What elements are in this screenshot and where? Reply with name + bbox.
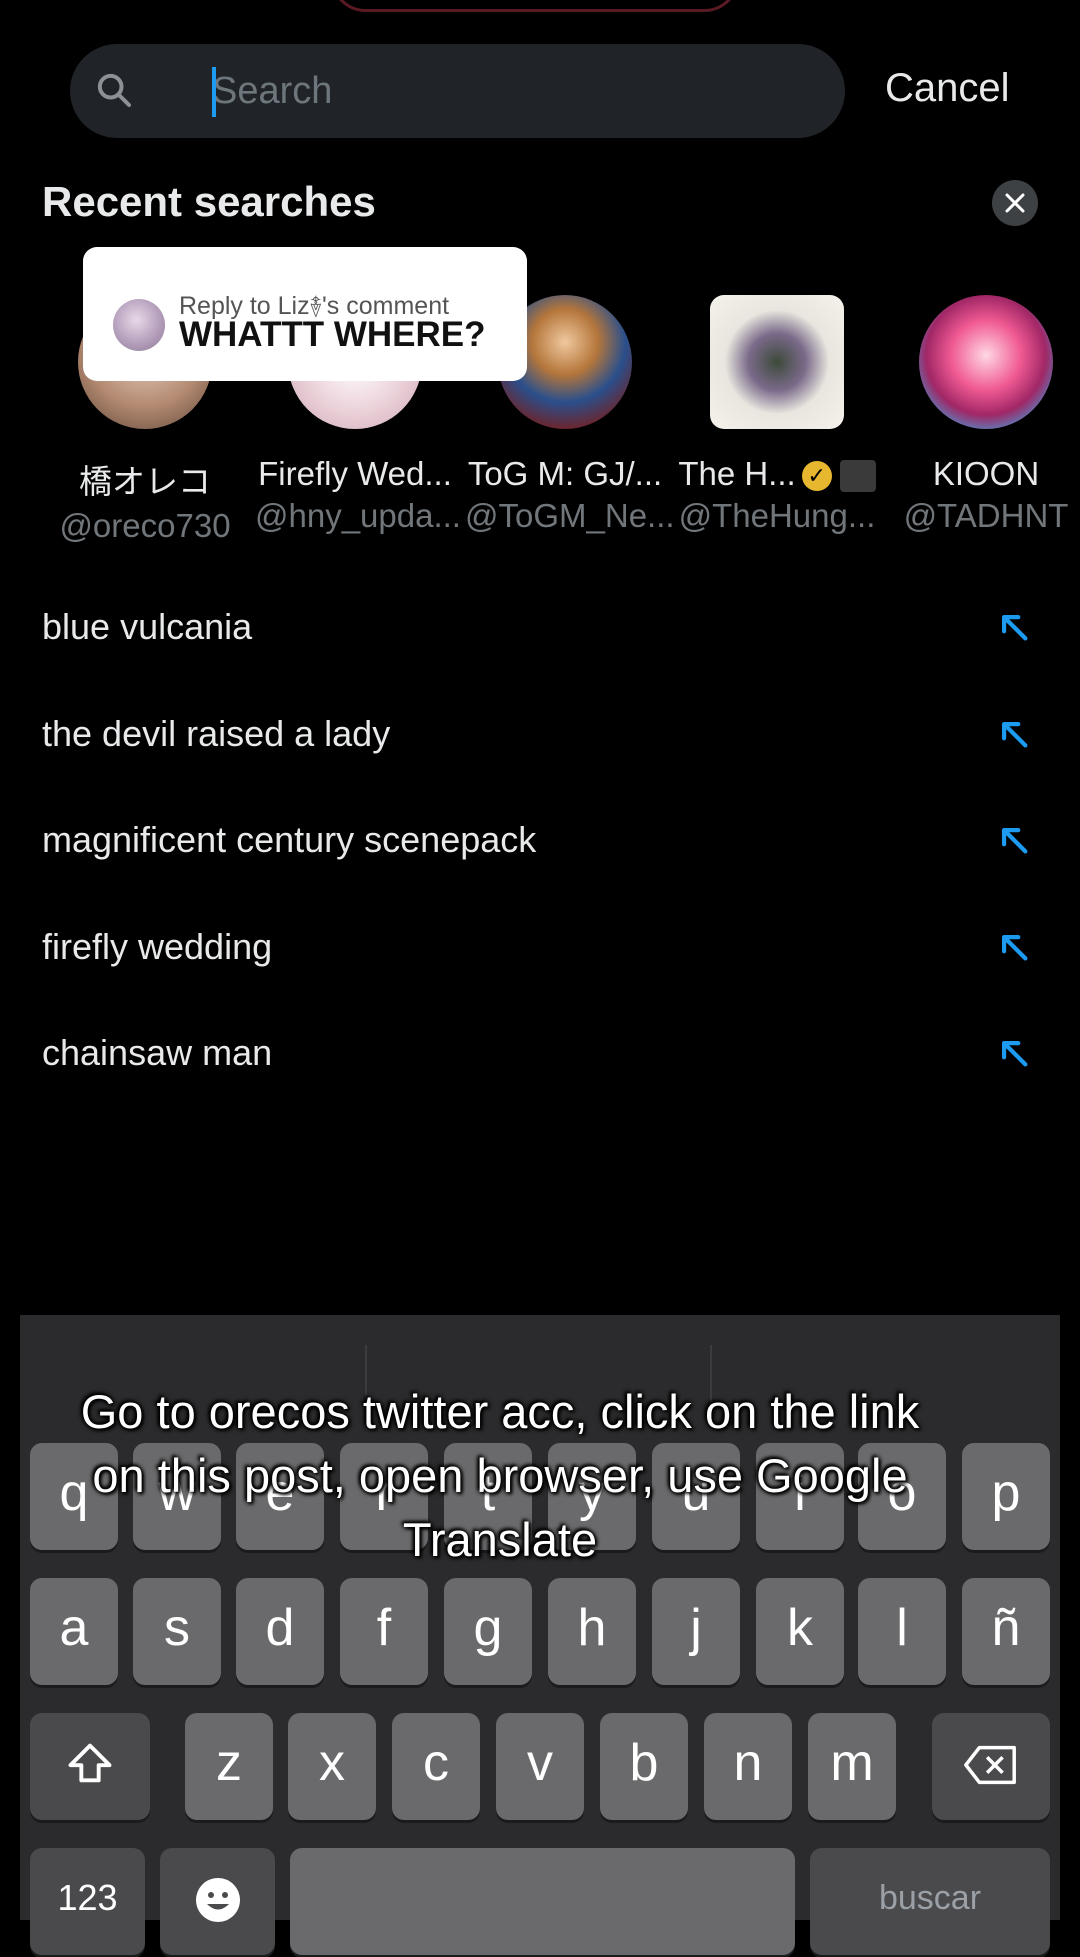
key-o[interactable]: o [858, 1443, 946, 1550]
commenter-avatar [113, 299, 165, 351]
shift-icon [68, 1743, 112, 1783]
search-bar[interactable] [70, 44, 892, 138]
account-name: ToG M: GJ/... [467, 455, 663, 492]
query-text: blue vulcania [42, 606, 253, 647]
avatar [919, 295, 1053, 429]
fill-search-arrow-icon[interactable] [997, 930, 1031, 964]
query-text: magnificent century scenepack [42, 819, 537, 860]
backspace-key[interactable] [932, 1713, 1050, 1820]
key-a[interactable]: a [30, 1578, 118, 1685]
query-text: chainsaw man [42, 1032, 273, 1073]
account-name: KIOON [932, 455, 1040, 492]
key-f[interactable]: f [340, 1578, 428, 1685]
affiliate-badge-icon [839, 460, 876, 493]
key-b[interactable]: b [600, 1713, 688, 1820]
account-name: The H... ✓ [677, 455, 877, 493]
account-handle: @TADHNT [903, 497, 1069, 534]
key-c[interactable]: c [392, 1713, 480, 1820]
key-d[interactable]: d [236, 1578, 324, 1685]
key-e[interactable]: e [236, 1443, 324, 1550]
account-name-text: The H... [678, 455, 796, 492]
key-l[interactable]: l [858, 1578, 946, 1685]
account-handle: @hny_upda... [255, 497, 461, 534]
numbers-key[interactable]: 123 [30, 1848, 145, 1955]
key-k[interactable]: k [756, 1578, 844, 1685]
key-q[interactable]: q [30, 1443, 118, 1550]
key-h[interactable]: h [548, 1578, 636, 1685]
recent-query-list: blue vulcania the devil raised a lady ma… [0, 590, 1080, 1123]
backspace-icon [964, 1745, 1016, 1785]
fill-search-arrow-icon[interactable] [997, 717, 1031, 751]
fill-search-arrow-icon[interactable] [997, 610, 1031, 644]
recent-query-item[interactable]: magnificent century scenepack [0, 803, 1080, 910]
suggestion-divider [365, 1345, 367, 1405]
verified-badge-icon: ✓ [801, 461, 832, 492]
emoji-icon [195, 1878, 240, 1922]
shift-key[interactable] [30, 1713, 150, 1820]
reply-text: WHATTT WHERE? [179, 315, 486, 354]
key-t[interactable]: t [444, 1443, 532, 1550]
recent-account[interactable]: The H... ✓ @TheHung... [677, 295, 877, 535]
key-n-tilde[interactable]: ñ [962, 1578, 1050, 1685]
account-name: Firefly Wed... [258, 455, 452, 492]
key-m[interactable]: m [808, 1713, 896, 1820]
clear-recent-button[interactable] [992, 180, 1038, 226]
avatar [710, 295, 844, 429]
key-p[interactable]: p [962, 1443, 1050, 1550]
query-text: firefly wedding [42, 925, 273, 967]
key-v[interactable]: v [496, 1713, 584, 1820]
cancel-button[interactable]: Cancel [885, 66, 1010, 111]
key-i[interactable]: i [756, 1443, 844, 1550]
recent-query-item[interactable]: chainsaw man [0, 1016, 1080, 1123]
key-w[interactable]: w [133, 1443, 221, 1550]
account-name: 橋オレコ [79, 463, 211, 500]
recent-account[interactable]: KIOON @TADHNT [886, 295, 1080, 535]
recent-query-item[interactable]: the devil raised a lady [0, 697, 1080, 804]
account-handle: @oreco730 [59, 507, 231, 544]
emoji-key[interactable] [160, 1848, 275, 1955]
search-icon [97, 73, 131, 107]
key-g[interactable]: g [444, 1578, 532, 1685]
recent-query-item[interactable]: blue vulcania [0, 590, 1080, 697]
key-y[interactable]: y [548, 1443, 636, 1550]
reply-comment-bubble: Reply to Liz࿈'s comment WHATTT WHERE? [83, 247, 527, 381]
account-handle: @TheHung... [678, 497, 876, 534]
key-z[interactable]: z [185, 1713, 273, 1820]
recent-query-item[interactable]: firefly wedding [0, 910, 1080, 1017]
close-icon [1005, 193, 1025, 213]
text-caret [212, 67, 216, 117]
key-x[interactable]: x [288, 1713, 376, 1820]
key-j[interactable]: j [652, 1578, 740, 1685]
on-screen-keyboard: q w e r t y u i o p a s d f g h j k l ñ … [20, 1315, 1060, 1955]
fill-search-arrow-icon[interactable] [997, 1036, 1031, 1070]
top-pill-outline [330, 0, 740, 12]
search-action-key[interactable]: buscar [810, 1848, 1050, 1955]
recent-searches-heading: Recent searches [42, 178, 376, 225]
query-text: the devil raised a lady [42, 712, 391, 754]
suggestion-divider [710, 1345, 712, 1405]
key-r[interactable]: r [340, 1443, 428, 1550]
search-input[interactable] [142, 44, 892, 138]
space-key[interactable] [290, 1848, 795, 1955]
key-u[interactable]: u [652, 1443, 740, 1550]
account-handle: @ToGM_Ne... [465, 497, 675, 534]
key-s[interactable]: s [133, 1578, 221, 1685]
key-n[interactable]: n [704, 1713, 792, 1820]
fill-search-arrow-icon[interactable] [997, 823, 1031, 857]
